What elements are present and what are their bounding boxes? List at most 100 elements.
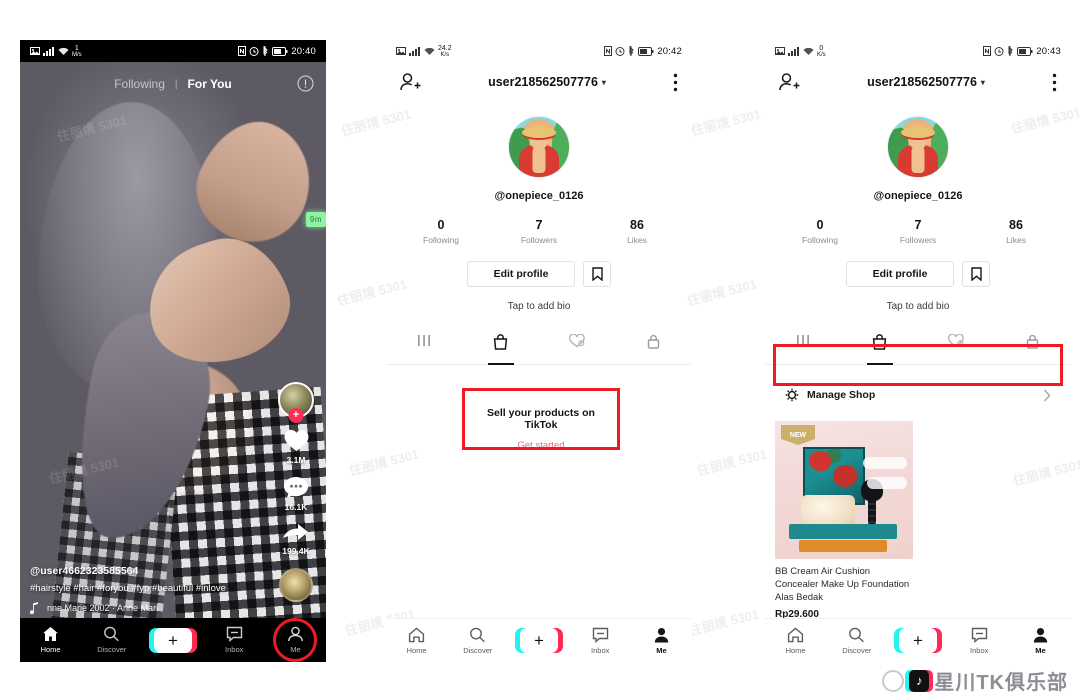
bookmark-icon [591, 267, 603, 281]
avatar-hat [522, 126, 556, 138]
wifi-icon [803, 47, 814, 56]
tab-liked[interactable] [539, 330, 616, 364]
manage-shop-row[interactable]: Manage Shop [775, 379, 1061, 411]
music-disc-icon[interactable] [279, 568, 313, 602]
network-speed: 0 K/s [817, 45, 826, 58]
product-card[interactable]: NEW BB Cream Air Cushion Concealer Make … [775, 421, 913, 620]
sell-products-card[interactable]: Sell your products on TikTok Get started [472, 393, 610, 463]
stat-label: Likes [627, 235, 647, 245]
product-new-badge: NEW [781, 425, 815, 445]
profile-body: @onepiece_0126 0 Following 7 Followers 8… [765, 102, 1071, 620]
nav-create[interactable]: + [887, 628, 948, 653]
tab-liked[interactable] [918, 330, 995, 364]
tab-for-you[interactable]: For You [188, 77, 232, 91]
grid-posts-icon [417, 334, 431, 347]
heart-icon [283, 428, 310, 453]
add-person-icon[interactable] [400, 72, 421, 92]
comment-button[interactable]: 16.1K [283, 475, 309, 512]
profile-handle[interactable]: @onepiece_0126 [765, 190, 1071, 202]
tab-create[interactable]: + [142, 627, 203, 653]
stat-following[interactable]: 0 Following [415, 218, 467, 245]
avatar-hat [901, 126, 935, 138]
get-started-link[interactable]: Get started [478, 440, 604, 451]
tab-discover[interactable]: Discover [81, 626, 142, 654]
share-count: 199.4K [282, 546, 310, 556]
tab-posts[interactable] [386, 330, 463, 364]
create-plus-icon[interactable]: + [894, 628, 942, 653]
avatar[interactable] [508, 116, 570, 178]
nav-inbox[interactable]: Inbox [570, 627, 631, 655]
bluetooth-icon [628, 46, 635, 56]
nav-me[interactable]: Me [1010, 627, 1071, 655]
tab-following[interactable]: Following [114, 77, 165, 91]
profile-tab-row [386, 330, 692, 365]
nav-inbox[interactable]: Inbox [949, 627, 1010, 655]
search-icon [848, 627, 865, 643]
like-button[interactable]: 3.1M [283, 428, 310, 465]
nfc-icon [238, 46, 247, 56]
stat-value: 0 [437, 218, 445, 232]
nav-home[interactable]: Home [765, 626, 826, 655]
tab-private[interactable] [616, 330, 693, 364]
info-circle-icon[interactable] [297, 75, 314, 92]
follow-plus-icon[interactable]: + [288, 408, 304, 423]
nav-discover[interactable]: Discover [826, 627, 887, 655]
alarm-icon [994, 46, 1004, 56]
stat-likes[interactable]: 86 Likes [990, 218, 1042, 245]
profile-bio[interactable]: Tap to add bio [765, 301, 1071, 312]
share-button[interactable]: 199.4K [282, 522, 310, 556]
bottom-nav-bar: Home Discover + Inbox Me [765, 618, 1071, 662]
page-title[interactable]: user218562507776 ▾ [867, 75, 985, 89]
nav-home-label: Home [785, 645, 806, 655]
tab-posts[interactable] [765, 330, 842, 364]
network-speed-unit: K/s [817, 51, 826, 58]
avatar[interactable] [887, 116, 949, 178]
product-callout-tag [867, 477, 907, 489]
stat-likes[interactable]: 86 Likes [611, 218, 663, 245]
caption-username[interactable]: @user4662323585564 [30, 565, 265, 577]
channel-watermark-text: 星川TK俱乐部 [934, 672, 1068, 694]
music-ticker[interactable]: nne Marie 2002 · Anne Mari [30, 602, 265, 614]
nav-discover-label: Discover [463, 645, 493, 655]
stat-followers[interactable]: 7 Followers [892, 218, 944, 245]
create-plus-icon[interactable]: + [149, 627, 197, 653]
tab-shop[interactable] [463, 330, 540, 365]
video-feed[interactable]: Following | For You 9m + 3.1M 16.1K 199.… [20, 62, 326, 662]
stat-label: Following [802, 235, 838, 245]
profile-bio[interactable]: Tap to add bio [386, 301, 692, 312]
inbox-icon [971, 627, 988, 643]
bookmark-button[interactable] [583, 261, 611, 287]
nav-create[interactable]: + [508, 628, 569, 653]
more-vertical-icon[interactable] [673, 73, 678, 92]
stat-value: 7 [535, 218, 543, 232]
edit-profile-button[interactable]: Edit profile [467, 261, 575, 287]
green-badge: 9m [305, 212, 326, 227]
network-speed-value: 0 [819, 44, 824, 52]
tab-shop[interactable] [842, 330, 919, 365]
tab-private[interactable] [995, 330, 1072, 364]
nav-home[interactable]: Home [386, 626, 447, 655]
nav-discover[interactable]: Discover [447, 627, 508, 655]
share-arrow-icon [282, 522, 309, 544]
wechat-icon [882, 669, 905, 692]
tab-me[interactable]: Me [265, 618, 326, 662]
page-title[interactable]: user218562507776 ▾ [488, 75, 606, 89]
profile-handle[interactable]: @onepiece_0126 [386, 190, 692, 202]
video-caption: @user4662323585564 #hairstyle #hair #for… [30, 565, 265, 614]
stat-following[interactable]: 0 Following [794, 218, 846, 245]
add-person-icon[interactable] [779, 72, 800, 92]
stat-followers[interactable]: 7 Followers [513, 218, 565, 245]
lock-private-icon [647, 334, 660, 349]
nav-home-label: Home [406, 645, 427, 655]
tab-inbox[interactable]: Inbox [204, 626, 265, 654]
lock-private-icon [1026, 334, 1039, 349]
avatar[interactable]: + [278, 382, 314, 423]
tab-home[interactable]: Home [20, 626, 81, 654]
bookmark-button[interactable] [962, 261, 990, 287]
nav-me[interactable]: Me [631, 627, 692, 655]
more-vertical-icon[interactable] [1052, 73, 1057, 92]
edit-profile-button[interactable]: Edit profile [846, 261, 954, 287]
manage-shop-label: Manage Shop [807, 389, 876, 401]
caption-hashtags[interactable]: #hairstyle #hair #foryou #fyp #beautiful… [30, 583, 265, 594]
create-plus-icon[interactable]: + [515, 628, 563, 653]
